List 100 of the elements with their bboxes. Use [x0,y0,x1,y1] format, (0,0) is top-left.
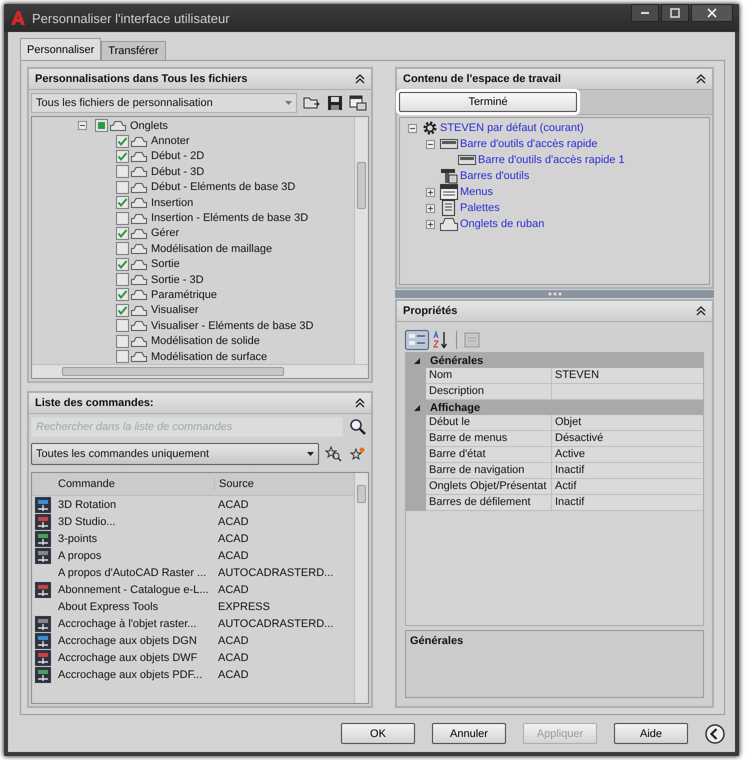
checkbox[interactable] [116,334,129,348]
checkbox[interactable] [116,180,129,194]
collapse-icon[interactable] [696,306,706,316]
tree-item[interactable]: Sortie - 3D [151,274,204,286]
minimize-button[interactable] [631,4,659,22]
checkbox[interactable] [116,288,129,302]
dialog-button[interactable]: Annuler [432,723,506,744]
scrollbar[interactable] [354,473,368,703]
file-dropdown[interactable]: Tous les fichiers de personnalisation [31,93,297,113]
dialog-button[interactable]: Aide [614,723,688,744]
tree-item[interactable]: Onglets [130,120,168,132]
property-row[interactable]: Onglets Objet/Présentat Actif [406,479,703,495]
checkbox[interactable] [116,212,129,225]
property-value[interactable]: Actif [552,479,703,495]
tree-item[interactable]: Sortie [151,258,180,270]
tree-item[interactable]: Insertion [151,196,194,209]
checkbox[interactable] [116,350,129,364]
checkbox[interactable] [116,150,129,163]
search-field[interactable]: Rechercher dans la liste de commandes [31,417,343,437]
collapse-triangle-icon[interactable] [414,358,420,364]
checkbox[interactable] [116,319,129,332]
tree-item[interactable]: Visualiser [151,304,198,316]
property-value[interactable]: Active [552,447,703,463]
tab[interactable]: Transférer [101,41,166,60]
categorized-icon[interactable] [405,330,429,350]
checkbox[interactable] [116,226,129,240]
property-value[interactable]: Inactif [552,495,703,511]
tree-item[interactable]: Début - 3D [151,166,204,178]
property-value[interactable]: Objet [552,415,703,431]
tree-item[interactable]: Menus [460,186,494,198]
collapse-toggle-icon[interactable] [78,121,87,130]
expand-toggle-icon[interactable] [426,204,435,212]
checkbox[interactable] [116,165,129,178]
checkbox[interactable] [116,258,129,271]
new-star-icon[interactable] [349,446,367,462]
expand-toggle-icon[interactable] [426,188,435,196]
checkbox[interactable] [95,119,108,132]
tree-item[interactable]: Barre d'outils d'accès rapide [460,138,598,150]
scrollbar[interactable] [354,117,368,364]
folder-tab-icon [131,320,147,332]
collapse-triangle-icon[interactable] [414,404,420,410]
tree-item[interactable]: Début - 2D [151,150,204,162]
done-button[interactable]: Terminé [399,92,577,112]
open-folder-icon[interactable] [303,95,321,111]
tree-item[interactable]: Modélisation de surface [151,350,268,363]
maximize-button[interactable] [661,4,689,22]
property-row[interactable]: Barre de navigation Inactif [406,463,703,479]
collapse-icon[interactable] [355,74,365,84]
checkbox[interactable] [116,242,129,256]
tree-item[interactable]: Annoter [151,135,190,148]
tree-item[interactable]: Gérer [151,227,180,240]
command-filter-dropdown[interactable]: Toutes les commandes uniquement [31,443,319,465]
close-button[interactable] [691,4,733,22]
property-name: Barre de menus [426,431,552,447]
checkbox[interactable] [116,196,129,210]
star-search-icon[interactable] [325,446,343,462]
tree-item[interactable]: Barre d'outils d'accès rapide 1 [478,154,625,166]
property-row[interactable]: Description [406,384,703,400]
tree-item[interactable]: Paramétrique [151,288,218,301]
collapse-toggle-icon[interactable] [408,124,417,132]
property-row[interactable]: Début le Objet [406,415,703,431]
checkbox[interactable] [116,304,129,317]
property-row[interactable]: Barres de défilement Inactif [406,495,703,511]
property-value[interactable]: STEVEN [552,368,703,384]
property-row[interactable]: Barre d'état Active [406,447,703,463]
checkbox[interactable] [116,273,129,286]
table-cell-text: 3D Rotation [57,498,118,510]
tree-item[interactable]: Visualiser - Eléments de base 3D [151,320,314,332]
sort-alpha-icon[interactable] [432,330,450,350]
tree-item[interactable]: Modélisation de solide [151,335,260,348]
category-row[interactable]: Générales [406,353,703,368]
property-value[interactable]: Désactivé [552,431,703,447]
folder-tab-icon [131,274,147,286]
tree-item[interactable]: Début - Eléments de base 3D [151,181,296,194]
category-row[interactable]: Affichage [406,400,703,415]
expand-toggle-icon[interactable] [426,220,435,228]
property-value[interactable]: Inactif [552,463,703,479]
collapse-icon[interactable] [696,74,706,84]
collapse-left-icon[interactable] [705,724,725,744]
tree-item[interactable]: Barres d'outils [460,170,530,182]
window-icon[interactable] [349,95,367,111]
folder-tab-icon [131,336,147,347]
collapse-toggle-icon[interactable] [426,140,435,148]
property-row[interactable]: Nom STEVEN [406,368,703,384]
checkbox[interactable] [116,134,129,148]
tree-item[interactable]: Modélisation de maillage [151,242,272,255]
collapse-icon[interactable] [355,398,365,408]
save-icon[interactable] [327,95,343,111]
tree-item[interactable]: Palettes [460,202,500,214]
command-icon [35,666,51,682]
tree-item[interactable]: STEVEN par défaut (courant) [440,122,584,134]
property-row[interactable]: Barre de menus Désactivé [406,431,703,447]
scrollbar[interactable] [32,364,368,378]
tab[interactable]: Personnaliser [20,38,102,60]
search-icon[interactable] [349,418,367,436]
tree-item[interactable]: Onglets de ruban [460,218,544,230]
dialog-button[interactable]: OK [341,723,415,744]
column-header[interactable]: Commande [54,478,214,490]
command-icon [35,496,51,512]
tree-item[interactable]: Insertion - Eléments de base 3D [151,212,308,224]
